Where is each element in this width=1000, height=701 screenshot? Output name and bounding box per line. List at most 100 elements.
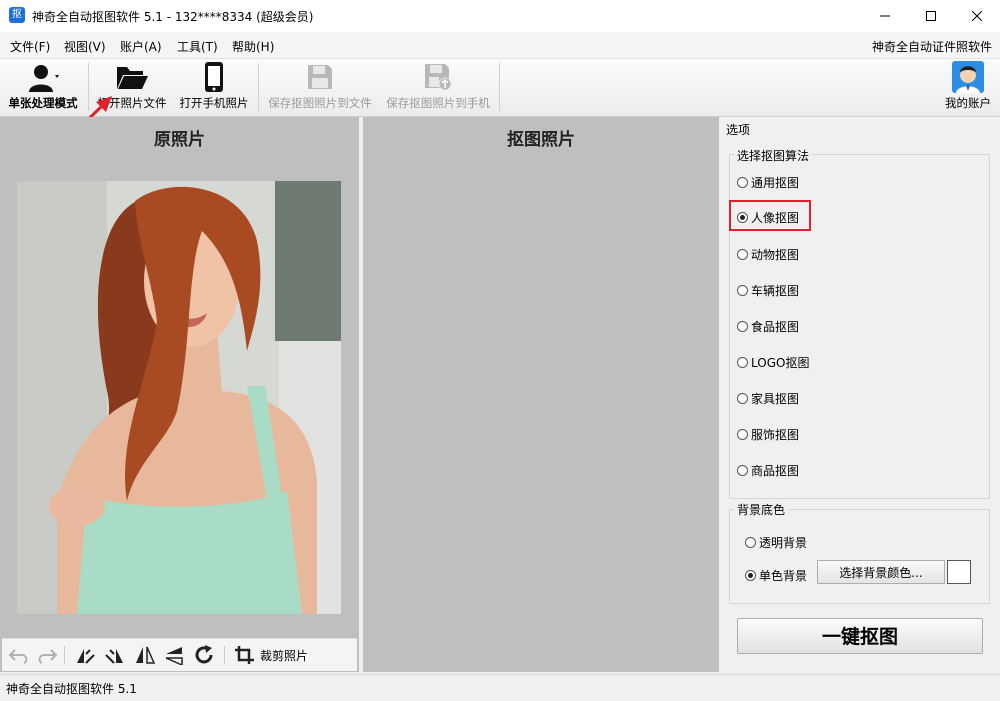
algo-vehicle-label: 车辆抠图 [751, 284, 800, 298]
radio-selected-icon [745, 570, 756, 581]
algo-vehicle-radio[interactable]: 车辆抠图 [737, 282, 799, 299]
toolbar-separator [224, 646, 225, 664]
toolbar-separator [499, 63, 500, 111]
options-panel: 选项 选择抠图算法 通用抠图 人像抠图 动物抠图 车辆抠图 食品抠图 LOGO抠… [720, 117, 1000, 672]
background-color-swatch[interactable] [947, 560, 971, 584]
algo-logo-radio[interactable]: LOGO抠图 [737, 354, 809, 371]
status-text: 神奇全自动抠图软件 5.1 [6, 682, 137, 696]
algo-animal-label: 动物抠图 [751, 248, 800, 262]
menu-account[interactable]: 账户(A) [120, 38, 162, 55]
maximize-icon [926, 11, 936, 21]
save-to-file-button[interactable]: 保存抠图照片到文件 [264, 59, 376, 116]
toolbar: 单张处理模式 打开照片文件 打开手机照片 保存抠图照片到文件 保存抠图照片到手机 [0, 59, 1000, 117]
undo-button[interactable] [8, 645, 30, 665]
minimize-icon [880, 15, 890, 17]
avatar-icon [952, 61, 984, 93]
bg-solid-label: 单色背景 [759, 569, 808, 583]
algo-clothing-radio[interactable]: 服饰抠图 [737, 426, 799, 443]
minimize-button[interactable] [862, 0, 908, 32]
radio-icon [737, 357, 748, 368]
save-to-file-label: 保存抠图照片到文件 [268, 96, 372, 110]
save-to-phone-label: 保存抠图照片到手机 [386, 96, 490, 110]
status-bar: 神奇全自动抠图软件 5.1 [0, 674, 1000, 701]
person-icon [29, 65, 59, 92]
app-icon: 抠 [9, 7, 25, 23]
algo-logo-label: LOGO抠图 [751, 356, 810, 370]
title-bar: 抠 神奇全自动抠图软件 5.1 - 132****8334 (超级会员) [0, 0, 1000, 32]
toolbar-separator [258, 63, 259, 111]
my-account-label: 我的账户 [945, 96, 991, 110]
crop-icon [235, 646, 254, 664]
flip-vertical-icon [165, 647, 183, 665]
radio-icon [737, 249, 748, 260]
rotate-left-button[interactable] [74, 645, 96, 665]
algo-clothing-label: 服饰抠图 [751, 428, 800, 442]
algo-food-radio[interactable]: 食品抠图 [737, 318, 799, 335]
refresh-icon [195, 645, 213, 664]
undo-icon [8, 649, 28, 664]
original-photo-title: 原照片 [154, 130, 205, 150]
pick-background-color-button[interactable]: 选择背景颜色... [817, 560, 945, 584]
window-title: 神奇全自动抠图软件 5.1 - 132****8334 (超级会员) [32, 10, 314, 24]
save-to-phone-icon [425, 64, 452, 91]
toolbar-separator [64, 646, 65, 664]
background-group [729, 509, 990, 604]
folder-open-icon [117, 67, 148, 89]
algo-animal-radio[interactable]: 动物抠图 [737, 246, 799, 263]
options-label: 选项 [726, 123, 751, 137]
radio-icon [737, 429, 748, 440]
bg-transparent-radio[interactable]: 透明背景 [745, 534, 807, 551]
phone-icon [205, 62, 223, 92]
maximize-button[interactable] [908, 0, 954, 32]
radio-icon [737, 177, 748, 188]
menu-file[interactable]: 文件(F) [10, 38, 50, 55]
original-photo-panel: 原照片 裁剪照片 [0, 117, 359, 672]
crop-photo-label: 裁剪照片 [260, 648, 309, 663]
save-disk-icon [308, 65, 332, 89]
algo-product-label: 商品抠图 [751, 464, 800, 478]
rotate-right-icon [105, 649, 123, 664]
rotate-left-icon [77, 649, 95, 664]
portrait-photo-image [17, 181, 341, 614]
flip-horizontal-button[interactable] [134, 645, 156, 665]
radio-icon [745, 537, 756, 548]
flip-vertical-button[interactable] [164, 645, 186, 665]
menu-bar: 文件(F) 视图(V) 账户(A) 工具(T) 帮助(H) 神奇全自动证件照软件 [0, 32, 1000, 59]
menu-tools[interactable]: 工具(T) [177, 38, 218, 55]
algo-furniture-label: 家具抠图 [751, 392, 800, 406]
original-photo[interactable] [17, 181, 341, 614]
algo-general-label: 通用抠图 [751, 176, 800, 190]
radio-icon [737, 465, 748, 476]
menu-view[interactable]: 视图(V) [64, 38, 106, 55]
algo-furniture-radio[interactable]: 家具抠图 [737, 390, 799, 407]
close-icon [972, 11, 982, 21]
algo-product-radio[interactable]: 商品抠图 [737, 462, 799, 479]
rotate-right-button[interactable] [104, 645, 126, 665]
reset-rotation-button[interactable] [194, 645, 216, 665]
id-photo-software-link[interactable]: 神奇全自动证件照软件 [872, 38, 992, 55]
bg-transparent-label: 透明背景 [759, 536, 808, 550]
background-group-title: 背景底色 [734, 501, 789, 518]
radio-icon [737, 321, 748, 332]
open-phone-button[interactable]: 打开手机照片 [176, 59, 252, 116]
algo-general-radio[interactable]: 通用抠图 [737, 174, 799, 191]
cutout-photo-title: 抠图照片 [507, 130, 575, 150]
cutout-photo-panel: 抠图照片 [363, 117, 719, 672]
redo-icon [38, 649, 58, 664]
one-click-cutout-button[interactable]: 一键抠图 [737, 618, 983, 654]
my-account-button[interactable]: 我的账户 [938, 59, 998, 116]
algorithm-group-title: 选择抠图算法 [734, 147, 813, 164]
algo-food-label: 食品抠图 [751, 320, 800, 334]
open-phone-label: 打开手机照片 [179, 96, 249, 110]
selection-highlight [729, 200, 811, 231]
photo-edit-toolbar: 裁剪照片 [2, 638, 357, 671]
save-to-phone-button[interactable]: 保存抠图照片到手机 [382, 59, 494, 116]
redo-button[interactable] [36, 645, 58, 665]
radio-icon [737, 285, 748, 296]
menu-help[interactable]: 帮助(H) [232, 38, 274, 55]
flip-horizontal-icon [136, 646, 156, 664]
crop-photo-button[interactable]: 裁剪照片 [234, 645, 308, 665]
radio-icon [737, 393, 748, 404]
bg-solid-radio[interactable]: 单色背景 [745, 567, 807, 584]
close-button[interactable] [954, 0, 1000, 32]
